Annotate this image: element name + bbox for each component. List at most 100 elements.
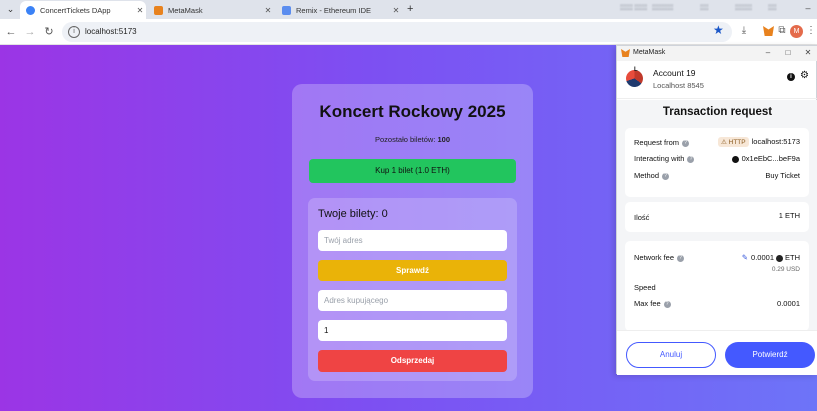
check-button[interactable]: Sprawdź bbox=[318, 260, 507, 281]
tab-label: ConcertTickets DApp bbox=[40, 5, 111, 15]
max-fee-value: 0.0001 bbox=[777, 299, 800, 308]
close-icon[interactable]: ✕ bbox=[390, 6, 402, 15]
quantity-input[interactable] bbox=[318, 320, 507, 341]
profile-avatar[interactable]: M bbox=[790, 25, 803, 38]
owner-address-input[interactable] bbox=[318, 230, 507, 251]
question-icon[interactable]: ? bbox=[677, 254, 685, 262]
request-from-value: ⚠ HTTP localhost:5173 bbox=[718, 137, 800, 147]
buy-ticket-button[interactable]: Kup 1 bilet (1.0 ETH) bbox=[309, 159, 516, 183]
transaction-heading: Transaction request bbox=[662, 106, 773, 118]
blurred-system-info: ▒▒▒ ▒▒▒ bbox=[620, 5, 648, 11]
account-name: Account 19 bbox=[653, 68, 696, 78]
blurred-system-info: ▒▒▒▒ bbox=[735, 5, 753, 11]
network-fee-usd: 0.29 USD bbox=[771, 266, 800, 273]
question-icon[interactable]: ? bbox=[682, 139, 690, 147]
network-fee-row: Network fee? bbox=[634, 253, 685, 262]
extensions-puzzle-icon[interactable]: ⧉ bbox=[775, 25, 789, 36]
confirm-button[interactable]: Potwierdź bbox=[725, 342, 815, 368]
resell-button[interactable]: Odsprzedaj bbox=[318, 350, 507, 372]
interacting-row: Interacting with? bbox=[634, 154, 695, 163]
amount-box: Ilość 1 ETH bbox=[625, 202, 809, 232]
network-fee-value[interactable]: ✎ 0.0001 ETH bbox=[742, 253, 800, 262]
maximize-icon[interactable]: □ bbox=[783, 48, 793, 57]
request-from-row: Request from? bbox=[634, 138, 690, 147]
amount-value: 1 ETH bbox=[778, 211, 800, 220]
network-fee-amount: 0.0001 bbox=[751, 253, 774, 262]
forward-arrow-icon[interactable]: → bbox=[23, 25, 37, 39]
close-icon[interactable]: ✕ bbox=[262, 6, 274, 15]
reload-icon[interactable]: ↻ bbox=[42, 25, 56, 39]
method-value: Buy Ticket bbox=[765, 171, 800, 180]
metamask-fox-icon bbox=[154, 5, 163, 15]
network-fee-label: Network fee bbox=[634, 253, 675, 262]
eth-icon bbox=[776, 254, 783, 262]
concert-card: Koncert Rockowy 2025 Pozostało biletów: … bbox=[292, 84, 533, 398]
max-fee-row: Max fee? bbox=[634, 299, 671, 308]
remaining-tickets: Pozostało biletów: 100 bbox=[292, 135, 533, 144]
my-tickets-heading: Twoje bilety: 0 bbox=[318, 208, 388, 220]
request-origin: localhost:5173 bbox=[751, 137, 800, 146]
contract-address-text: 0x1eEbC...beF9a bbox=[741, 154, 800, 163]
question-icon[interactable]: ? bbox=[687, 155, 695, 163]
action-footer: Anuluj Potwierdź bbox=[617, 330, 817, 375]
account-avatar[interactable]: L bbox=[626, 67, 643, 87]
tab-concerttickets[interactable]: ConcertTickets DApp ✕ bbox=[20, 1, 146, 19]
download-icon[interactable]: ⤓ bbox=[737, 25, 751, 36]
tab-label: Remix - Ethereum IDE bbox=[296, 5, 372, 15]
http-warning-badge: ⚠ HTTP bbox=[718, 137, 749, 147]
metamask-window-titlebar: MetaMask – □ ✕ bbox=[617, 46, 817, 61]
speed-label: Speed bbox=[634, 283, 656, 292]
new-tab-button[interactable]: + bbox=[407, 2, 419, 16]
remaining-count: 100 bbox=[437, 135, 451, 144]
method-label: Method bbox=[634, 171, 660, 180]
blurred-system-info: ▒▒ bbox=[768, 5, 777, 11]
metamask-fox-icon bbox=[621, 49, 630, 57]
max-fee-label: Max fee bbox=[634, 299, 661, 308]
address-bar[interactable]: i localhost:5173 bbox=[62, 22, 732, 42]
metamask-extension-icon[interactable] bbox=[763, 26, 774, 36]
remix-icon bbox=[282, 5, 291, 15]
amount-label: Ilość bbox=[634, 213, 650, 222]
settings-sliders-icon[interactable]: ⚙ bbox=[800, 70, 809, 81]
question-icon[interactable]: ? bbox=[663, 300, 671, 308]
browser-toolbar: ← → ↻ i localhost:5173 ★ ⤓ ⧉ M ⋮ bbox=[0, 19, 817, 45]
interacting-label: Interacting with bbox=[634, 154, 685, 163]
info-icon[interactable]: i bbox=[787, 73, 795, 81]
question-icon[interactable]: ? bbox=[662, 172, 670, 180]
blurred-system-info: ▒▒▒▒▒ bbox=[652, 5, 674, 11]
network-name: Localhost 8545 bbox=[653, 81, 704, 90]
back-arrow-icon[interactable]: ← bbox=[4, 25, 18, 39]
blurred-system-info: ▒▒ bbox=[700, 5, 709, 11]
http-badge-label: HTTP bbox=[728, 139, 746, 146]
browser-tab-bar: ⌄ ConcertTickets DApp ✕ MetaMask ✕ Remix… bbox=[0, 0, 817, 19]
globe-icon bbox=[26, 5, 35, 15]
site-info-icon[interactable]: i bbox=[68, 26, 80, 38]
page-title: Koncert Rockowy 2025 bbox=[319, 102, 506, 121]
url-text[interactable]: localhost:5173 bbox=[85, 27, 137, 36]
network-fee-unit: ETH bbox=[785, 253, 800, 262]
tab-metamask[interactable]: MetaMask ✕ bbox=[148, 1, 274, 19]
minimize-icon[interactable]: – bbox=[801, 3, 815, 13]
tab-label: MetaMask bbox=[168, 5, 203, 15]
menu-kebab-icon[interactable]: ⋮ bbox=[806, 25, 816, 36]
tab-remix[interactable]: Remix - Ethereum IDE ✕ bbox=[276, 1, 402, 19]
fee-box: Network fee? ✎ 0.0001 ETH 0.29 USD Speed M… bbox=[625, 241, 809, 330]
metamask-popup: MetaMask – □ ✕ L Account 19 Localhost 85… bbox=[616, 45, 817, 375]
request-box: Request from? ⚠ HTTP localhost:5173 Inter… bbox=[625, 128, 809, 197]
transaction-details: Transaction request Request from? ⚠ HTTP… bbox=[617, 100, 817, 330]
remaining-label: Pozostało biletów: bbox=[374, 135, 436, 144]
window-title: MetaMask bbox=[633, 49, 666, 56]
contract-address[interactable]: 0x1eEbC...beF9a bbox=[731, 154, 800, 163]
edit-fee-icon[interactable]: ✎ bbox=[742, 253, 748, 262]
address-identicon bbox=[731, 155, 739, 163]
cancel-button[interactable]: Anuluj bbox=[626, 342, 716, 368]
minimize-icon[interactable]: – bbox=[763, 48, 773, 57]
bookmark-star-icon[interactable]: ★ bbox=[713, 23, 724, 37]
method-row: Method? bbox=[634, 171, 670, 180]
request-from-label: Request from bbox=[634, 138, 680, 147]
close-icon[interactable]: ✕ bbox=[134, 6, 146, 15]
tab-search-chevron-icon[interactable]: ⌄ bbox=[3, 2, 18, 16]
close-icon[interactable]: ✕ bbox=[803, 48, 813, 57]
buyer-address-input[interactable] bbox=[318, 290, 507, 311]
my-tickets-panel: Twoje bilety: 0 Sprawdź Odsprzedaj bbox=[308, 198, 517, 381]
